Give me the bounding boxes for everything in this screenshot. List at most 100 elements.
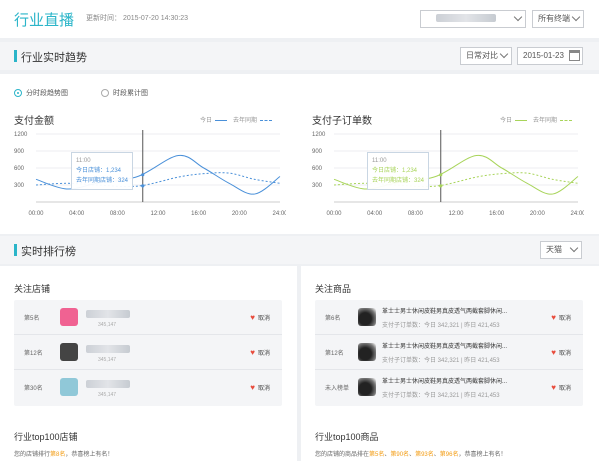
goods-rank: 未入榜单 bbox=[325, 386, 350, 392]
product-name[interactable]: 革士士男士休闲皮鞋男真皮透气两截套脚休闲... bbox=[382, 376, 547, 385]
chevron-down-icon bbox=[513, 12, 523, 22]
y-tick-label: 1200 bbox=[14, 132, 28, 138]
shop-name bbox=[86, 380, 130, 388]
unfollow-label: 取消 bbox=[558, 386, 571, 392]
ranking-section-title: 实时排行榜 bbox=[21, 246, 76, 258]
radio-segmented-trend[interactable]: 分时段趋势图 bbox=[14, 88, 68, 98]
shop-avatar bbox=[60, 308, 78, 326]
shop-rank: 第5名 bbox=[24, 316, 40, 322]
goods-list: 第6名 革士士男士休闲皮鞋男真皮透气两截套脚休闲... 支付子订单数：今日 34… bbox=[315, 300, 583, 406]
goods-rank: 第6名 bbox=[325, 316, 341, 322]
hover-point bbox=[439, 173, 443, 177]
top-goods-message: 您的店铺的商品排在第5名、第90名、第93名、第96名，恭喜榜上有名！ bbox=[315, 452, 507, 458]
unfollow-button[interactable]: ♥ 取消 bbox=[551, 383, 571, 392]
legend-today-line bbox=[515, 119, 528, 121]
radio-selected-icon bbox=[14, 89, 22, 98]
y-tick-label: 600 bbox=[312, 166, 323, 172]
x-tick-label: 08:00 bbox=[408, 211, 424, 217]
heart-icon: ♥ bbox=[250, 348, 255, 357]
product-thumbnail bbox=[358, 308, 376, 326]
list-item: 第12名 革士士男士休闲皮鞋男真皮透气两截套脚休闲... 支付子订单数：今日 3… bbox=[315, 335, 583, 370]
chart-orders[interactable]: 1200 900 600 300 00:00 04:00 08:00 12:00 16:00 20… bbox=[312, 130, 584, 222]
shop-avatar bbox=[60, 378, 78, 396]
product-stats: 支付子订单数：今日 342,321 | 昨日 421,453 bbox=[382, 323, 500, 329]
section-accent bbox=[14, 244, 17, 256]
hover-point bbox=[141, 184, 145, 188]
top-shops-title: 行业top100店铺 bbox=[14, 432, 78, 442]
shop-number: 345,147 bbox=[98, 357, 117, 363]
top-goods-rank: 第96名 bbox=[439, 452, 459, 458]
tooltip-lastyear: 去年同期店铺：324 bbox=[76, 178, 129, 184]
chevron-down-icon bbox=[571, 12, 581, 22]
legend-lastyear-line bbox=[560, 119, 573, 121]
y-tick-label: 300 bbox=[312, 183, 323, 189]
platform-select[interactable]: 天猫 bbox=[540, 241, 582, 259]
chart-amount[interactable]: 1200 900 600 300 00:00 04:00 08:00 12:00 16:00 20… bbox=[14, 130, 286, 222]
unfollow-button[interactable]: ♥ 取消 bbox=[250, 383, 270, 392]
unfollow-button[interactable]: ♥ 取消 bbox=[551, 348, 571, 357]
legend-today-label: 今日 bbox=[500, 118, 513, 124]
calendar-icon[interactable] bbox=[569, 50, 580, 61]
x-tick-label: 20:00 bbox=[232, 211, 248, 217]
top-goods-title: 行业top100商品 bbox=[315, 432, 379, 442]
x-tick-label: 12:00 bbox=[448, 211, 464, 217]
shop-number: 345,147 bbox=[98, 392, 117, 398]
x-tick-label: 24:00 bbox=[570, 211, 584, 217]
radio-unselected-icon bbox=[101, 89, 109, 98]
chart-title-orders: 支付子订单数 bbox=[312, 116, 372, 127]
product-stats: 支付子订单数：今日 342,321 | 昨日 421,453 bbox=[382, 358, 500, 364]
legend-today-line bbox=[215, 119, 228, 121]
heart-icon: ♥ bbox=[250, 383, 255, 392]
heart-icon: ♥ bbox=[551, 383, 556, 392]
list-item: 未入榜单 革士士男士休闲皮鞋男真皮透气两截套脚休闲... 支付子订单数：今日 3… bbox=[315, 370, 583, 405]
heart-icon: ♥ bbox=[250, 313, 255, 322]
top-shops-text: ，恭喜榜上有名！ bbox=[65, 452, 114, 458]
x-tick-label: 08:00 bbox=[110, 211, 126, 217]
x-tick-label: 04:00 bbox=[69, 211, 85, 217]
date-picker-value: 2015-01-23 bbox=[523, 51, 564, 60]
chart-tooltip-amount: 11:00 今日店铺：1,234 去年同期店铺：324 bbox=[71, 152, 134, 190]
x-tick-label: 04:00 bbox=[367, 211, 383, 217]
update-time: 更新时间： 2015-07-20 14:30:23 bbox=[86, 13, 188, 23]
heart-icon: ♥ bbox=[551, 313, 556, 322]
unfollow-button[interactable]: ♥ 取消 bbox=[551, 313, 571, 322]
shop-select[interactable] bbox=[420, 10, 526, 28]
goods-rank: 第12名 bbox=[325, 351, 344, 357]
product-name[interactable]: 革士士男士休闲皮鞋男真皮透气两截套脚休闲... bbox=[382, 341, 547, 350]
chart-tooltip-orders: 11:00 今日店铺：1,234 去年同期店铺：324 bbox=[367, 152, 430, 190]
tooltip-time: 11:00 bbox=[76, 158, 91, 164]
unfollow-label: 取消 bbox=[257, 351, 270, 357]
shop-rank: 第12名 bbox=[24, 351, 43, 357]
product-name[interactable]: 革士士男士休闲皮鞋男真皮透气两截套脚休闲... bbox=[382, 306, 547, 315]
trend-panel: 分时段趋势图 时段累计图 支付金额 今日 去年同期 1200 900 600 300 00… bbox=[0, 74, 599, 234]
top-goods-text: ，恭喜榜上有名！ bbox=[458, 452, 507, 458]
compare-select[interactable]: 日常对比 bbox=[460, 47, 512, 65]
x-tick-label: 24:00 bbox=[272, 211, 286, 217]
ranking-section-header: 实时排行榜 天猫 bbox=[0, 236, 599, 264]
update-label: 更新时间： bbox=[86, 15, 121, 22]
unfollow-label: 取消 bbox=[257, 316, 270, 322]
date-picker[interactable]: 2015-01-23 bbox=[517, 47, 583, 65]
terminal-select[interactable]: 所有终端 bbox=[532, 10, 584, 28]
product-thumbnail bbox=[358, 343, 376, 361]
x-tick-label: 12:00 bbox=[150, 211, 166, 217]
shop-rank: 第30名 bbox=[24, 386, 43, 392]
legend-lastyear-label: 去年同期 bbox=[233, 118, 258, 124]
radio-cumulative[interactable]: 时段累计图 bbox=[101, 88, 148, 98]
x-tick-label: 20:00 bbox=[530, 211, 546, 217]
shop-name bbox=[86, 345, 130, 353]
shop-select-value bbox=[436, 13, 496, 22]
shop-avatar bbox=[60, 343, 78, 361]
top-goods-text: 您的店铺的商品排在 bbox=[315, 452, 370, 458]
tooltip-lastyear: 去年同期店铺：324 bbox=[372, 178, 425, 184]
unfollow-label: 取消 bbox=[558, 316, 571, 322]
unfollow-button[interactable]: ♥ 取消 bbox=[250, 348, 270, 357]
trend-section-header: 行业实时趋势 日常对比 2015-01-23 bbox=[0, 42, 599, 70]
shop-number: 345,147 bbox=[98, 322, 117, 328]
update-timestamp: 2015-07-20 14:30:23 bbox=[123, 15, 188, 22]
top-goods-rank: 第93名 bbox=[415, 452, 434, 458]
shop-name bbox=[86, 310, 130, 318]
shops-panel: 关注店铺 第5名 345,147 ♥ 取消 第12名 345,147 ♥ 取消 第3… bbox=[0, 266, 297, 461]
goods-panel: 关注商品 第6名 革士士男士休闲皮鞋男真皮透气两截套脚休闲... 支付子订单数：… bbox=[301, 266, 599, 461]
unfollow-button[interactable]: ♥ 取消 bbox=[250, 313, 270, 322]
